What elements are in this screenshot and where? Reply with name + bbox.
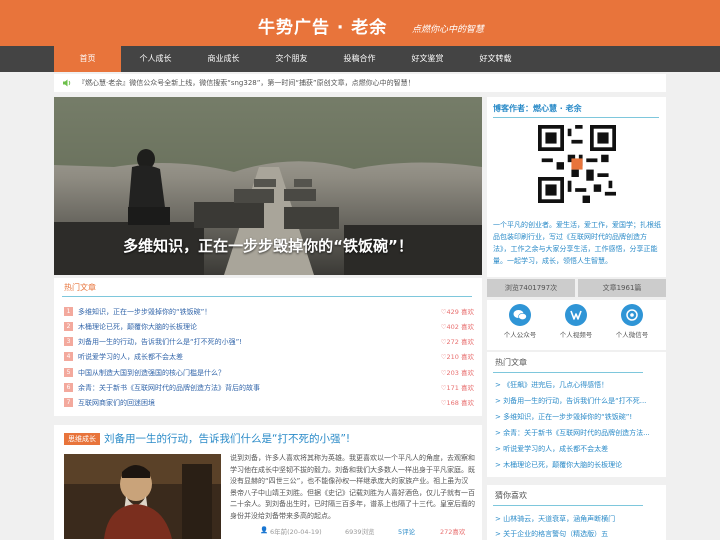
notice-text[interactable]: 『燃心慧·老余』微信公众号全新上线，微信搜索“sng328”，第一时间“捕获”原…	[78, 74, 415, 92]
article-author-icon: 👤	[260, 526, 269, 534]
article-image	[64, 454, 221, 539]
sidebar-article-link[interactable]: > 木桶理论已死，颠覆你大脑的长板理论	[495, 460, 661, 470]
sidebar-article-link[interactable]: > 余青：关于新书《互联网时代的品牌创造方法...	[495, 428, 661, 438]
divider	[493, 372, 643, 373]
rank-badge: 5	[64, 368, 73, 377]
hot-article-row[interactable]: 4 听说爱学习的人，成长都不会太差 ♡210 喜欢	[64, 351, 474, 363]
nav-home[interactable]: 首页	[54, 46, 121, 72]
hot-article-link[interactable]: 中国从制造大国到创造强国的核心门槛是什么？	[78, 367, 225, 379]
rank-badge: 7	[64, 398, 73, 407]
guess-title: 猜你喜欢	[495, 491, 527, 500]
guess-article-link[interactable]: > 关于企业的格言警句（精选版）五	[495, 529, 661, 539]
sidebar-hot-title: 热门文章	[495, 358, 527, 367]
divider	[493, 117, 659, 118]
category-badge[interactable]: 思维成长	[64, 433, 100, 445]
sidebar-hot-articles: 热门文章 > 《狂飙》进完后，几点心得感悟！ > 刘备用一生的行动，告诉我们什么…	[487, 352, 666, 477]
hero-slider[interactable]: 多维知识，正在一步步毁掉你的“铁饭碗”！	[54, 97, 482, 275]
site-stats: 浏览7401797次 文章1961篇	[487, 279, 666, 297]
site-slogan: 点燃你心中的智慧	[412, 25, 485, 35]
divider	[62, 296, 472, 297]
hot-articles-title: 热门文章	[64, 283, 96, 292]
site-header: 牛势广告 · 老余 点燃你心中的智慧	[0, 0, 720, 46]
article-views: 6939浏览	[345, 528, 375, 536]
article-title[interactable]: 刘备用一生的行动，告诉我们什么是“打不死的小强”!	[104, 431, 350, 446]
views-count: 浏览7401797次	[487, 279, 575, 297]
nav-business-growth[interactable]: 商业成长	[190, 46, 257, 72]
like-count: ♡272 喜欢	[440, 338, 474, 346]
sidebar-article-link[interactable]: > 《狂飙》进完后，几点心得感悟！	[495, 380, 661, 390]
sidebar-article-link[interactable]: > 听说爱学习的人，成长都不会太差	[495, 444, 661, 454]
wechat-personal-icon	[621, 304, 643, 326]
hot-article-link[interactable]: 听说爱学习的人，成长都不会太差	[78, 351, 183, 363]
rank-badge: 3	[64, 337, 73, 346]
article-excerpt: 说到刘备，许多人喜欢将其称为英雄。我更喜欢以一个平凡人的角度，去观察和学习他在成…	[230, 454, 475, 520]
main-nav: 首页 个人成长 商业成长 交个朋友 投稿合作 好文鉴赏 好文转载	[0, 46, 720, 72]
hot-article-row[interactable]: 5 中国从制造大国到创造强国的核心门槛是什么？ ♡203 喜欢	[64, 367, 474, 379]
social-video-channel[interactable]: 个人视频号	[551, 304, 601, 339]
hot-article-link[interactable]: 多维知识，正在一步步毁掉你的“铁饭碗”！	[78, 306, 211, 318]
divider	[493, 505, 643, 506]
like-count: ♡168 喜欢	[440, 399, 474, 407]
hot-article-link[interactable]: 木桶理论已死，颠覆你大脑的长板理论	[78, 321, 197, 333]
video-channel-icon	[565, 304, 587, 326]
rank-badge: 2	[64, 322, 73, 331]
guess-article-link[interactable]: > 山林骑云，天道衰草，涵角声断横门	[495, 514, 661, 524]
hot-articles: 热门文章 1 多维知识，正在一步步毁掉你的“铁饭碗”！ ♡429 喜欢 2 木桶…	[54, 278, 482, 416]
hot-article-row[interactable]: 3 刘备用一生的行动，告诉我们什么是“打不死的小强”! ♡272 喜欢	[64, 336, 474, 348]
like-count: ♡402 喜欢	[440, 323, 474, 331]
rank-badge: 4	[64, 352, 73, 361]
speaker-icon	[63, 79, 71, 87]
rank-badge: 1	[64, 307, 73, 316]
nav-make-friends[interactable]: 交个朋友	[258, 46, 325, 72]
articles-count: 文章1961篇	[578, 279, 666, 297]
article-comments[interactable]: 5评论	[398, 526, 415, 536]
guess-you-like: 猜你喜欢 > 山林骑云，天道衰草，涵角声断横门 > 关于企业的格言警句（精选版）…	[487, 485, 666, 540]
social-links: 个人公众号 个人视频号 个人微信号	[487, 300, 666, 350]
nav-reposts[interactable]: 好文转载	[462, 46, 529, 72]
notice-bar: 『燃心慧·老余』微信公众号全新上线，微信搜索“sng328”，第一时间“捕获”原…	[54, 74, 666, 92]
nav-good-articles[interactable]: 好文鉴赏	[394, 46, 461, 72]
hot-article-row[interactable]: 6 余青：关于新书《互联网时代的品牌创造方法》背后的故事 ♡171 喜欢	[64, 382, 474, 394]
hot-article-link[interactable]: 余青：关于新书《互联网时代的品牌创造方法》背后的故事	[78, 382, 260, 394]
article-date: 6年前(20-04-19)	[270, 528, 322, 536]
rank-badge: 6	[64, 383, 73, 392]
social-label: 个人视频号	[559, 331, 593, 339]
social-label: 个人微信号	[615, 331, 649, 339]
site-title[interactable]: 牛势广告 · 老余	[258, 13, 387, 38]
article-likes[interactable]: 272喜欢	[440, 526, 465, 536]
like-count: ♡171 喜欢	[440, 384, 474, 392]
hero-caption[interactable]: 多维知识，正在一步步毁掉你的“铁饭碗”！	[54, 235, 482, 256]
sidebar-article-link[interactable]: > 刘备用一生的行动，告诉我们什么是“打不死...	[495, 396, 661, 406]
like-count: ♡210 喜欢	[440, 353, 474, 361]
author-title: 博客作者：燃心慧 · 老余	[493, 104, 582, 113]
social-official-account[interactable]: 个人公众号	[495, 304, 545, 339]
hot-article-link[interactable]: 刘备用一生的行动，告诉我们什么是“打不死的小强”!	[78, 336, 242, 348]
article-card: 思维成长 刘备用一生的行动，告诉我们什么是“打不死的小强”! 说到刘备，许多人喜…	[54, 425, 482, 540]
hot-article-row[interactable]: 7 互联网商家们的回迷困境 ♡168 喜欢	[64, 397, 474, 409]
like-count: ♡429 喜欢	[440, 308, 474, 316]
sidebar-article-link[interactable]: > 多维知识，正在一步步毁掉你的“铁饭碗”!	[495, 412, 661, 422]
nav-personal-growth[interactable]: 个人成长	[122, 46, 189, 72]
article-thumbnail[interactable]	[64, 454, 221, 539]
hot-article-link[interactable]: 互联网商家们的回迷困境	[78, 397, 155, 409]
hot-article-row[interactable]: 2 木桶理论已死，颠覆你大脑的长板理论 ♡402 喜欢	[64, 321, 474, 333]
social-wechat-personal[interactable]: 个人微信号	[607, 304, 657, 339]
nav-contribute[interactable]: 投稿合作	[326, 46, 393, 72]
social-label: 个人公众号	[503, 331, 537, 339]
wechat-icon	[509, 304, 531, 326]
author-bio: 一个平凡的创业者。爱生活，爱工作，爱国学；扎根纸品包装印刷行业，写过《互联网时代…	[493, 221, 661, 265]
hot-article-row[interactable]: 1 多维知识，正在一步步毁掉你的“铁饭碗”！ ♡429 喜欢	[64, 306, 474, 318]
qr-code-icon	[538, 125, 616, 203]
like-count: ♡203 喜欢	[440, 369, 474, 377]
author-box: 博客作者：燃心慧 · 老余 一个平凡的创业者。爱生活，爱工作，爱国学；扎根纸品包…	[487, 97, 666, 277]
